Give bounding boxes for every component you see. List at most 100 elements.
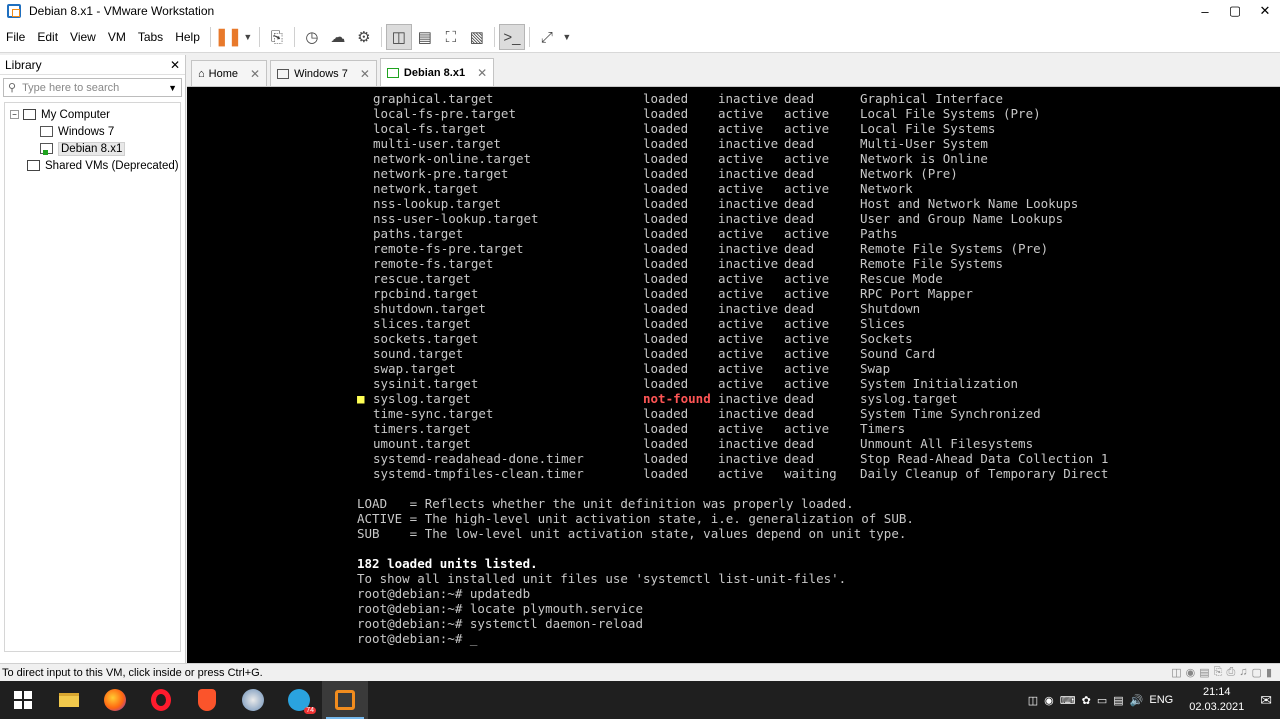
menu-view[interactable]: View <box>64 30 102 44</box>
taskbar-app[interactable] <box>230 681 276 719</box>
unit-name: shutdown.target <box>373 301 486 316</box>
menu-file[interactable]: File <box>0 30 31 44</box>
tab-close-icon[interactable]: ✕ <box>360 67 370 81</box>
snapshot-icon[interactable]: ◷ <box>299 24 325 50</box>
unit-sub: dead <box>784 241 815 256</box>
close-button[interactable]: ✕ <box>1250 0 1280 22</box>
taskbar-telegram[interactable]: 74 <box>276 681 322 719</box>
language-indicator[interactable]: ENG <box>1149 694 1173 706</box>
unit-sub: dead <box>784 406 815 421</box>
unity-icon[interactable]: ▧ <box>464 24 490 50</box>
unit-active: inactive <box>718 136 779 151</box>
system-tray: ◫ ◉ ⌨ ✿ ▭ ▤ 🔊 ENG 21:14 02.03.2021 ✉ <box>1028 685 1280 715</box>
collapse-icon[interactable]: − <box>10 110 19 119</box>
console-view-icon[interactable]: >_ <box>498 24 525 50</box>
app-tray-icon[interactable]: ✿ <box>1082 694 1091 707</box>
unit-sub: active <box>784 376 830 391</box>
power-dropdown-icon[interactable]: ▼ <box>241 24 255 50</box>
full-screen-icon[interactable]: ⛶ <box>438 24 464 50</box>
library-search-field[interactable]: ⚲ Type here to search ▼ <box>3 78 182 97</box>
menu-edit[interactable]: Edit <box>31 30 64 44</box>
legend-line: LOAD = Reflects whether the unit definit… <box>357 496 854 511</box>
shared-vms-icon <box>27 160 40 171</box>
unit-active: active <box>718 286 764 301</box>
unit-description: Swap <box>860 361 891 376</box>
maximize-button[interactable]: ▢ <box>1220 0 1250 22</box>
keyboard-tray-icon[interactable]: ⌨ <box>1060 694 1076 707</box>
taskbar-brave[interactable] <box>184 681 230 719</box>
network-icon[interactable]: ▤ <box>1113 694 1123 707</box>
unit-row: remote-fs-pre.target loaded inactive dead Re… <box>357 241 1048 256</box>
sound-icon[interactable]: ♫ <box>1239 666 1247 679</box>
unit-description: Network <box>860 181 913 196</box>
vmware-icon <box>335 690 355 710</box>
unit-load: loaded <box>643 421 689 436</box>
tab-debian[interactable]: Debian 8.x1 ✕ <box>379 58 495 86</box>
vm-console[interactable]: graphical.target loaded inactive dead Graphi… <box>187 87 1280 663</box>
snapshot-manager-icon[interactable]: ⚙ <box>351 24 377 50</box>
unit-active: inactive <box>718 391 779 406</box>
cd-icon[interactable]: ◉ <box>1186 666 1196 679</box>
send-ctrl-alt-del-icon[interactable]: ⎘ <box>264 24 290 50</box>
pause-icon[interactable]: ❚❚ <box>215 24 242 50</box>
messages-icon[interactable]: ▮ <box>1266 666 1272 679</box>
unit-load: loaded <box>643 226 689 241</box>
unit-sub: dead <box>784 256 815 271</box>
menu-tabs[interactable]: Tabs <box>132 30 169 44</box>
stretch-dropdown-icon[interactable]: ▼ <box>560 24 574 50</box>
unit-load: not-found <box>643 391 711 406</box>
notifications-icon[interactable]: ✉ <box>1260 692 1272 709</box>
browser-tray-icon[interactable]: ◉ <box>1044 694 1054 707</box>
tab-close-icon[interactable]: ✕ <box>250 67 260 81</box>
brave-icon <box>198 689 216 711</box>
terminal-output: graphical.target loaded inactive dead Graphi… <box>357 91 1108 646</box>
menu-help[interactable]: Help <box>169 30 206 44</box>
hard-disk-icon[interactable]: ◫ <box>1171 666 1181 679</box>
tree-item-windows-7[interactable]: Windows 7 <box>5 123 180 140</box>
network-adapter-icon[interactable]: ▤ <box>1199 666 1209 679</box>
unit-active: inactive <box>718 451 779 466</box>
stretch-guest-icon[interactable]: ⤢ <box>534 24 560 50</box>
unit-description: Graphical Interface <box>860 91 1003 106</box>
tree-item-debian[interactable]: Debian 8.x1 <box>5 140 180 157</box>
show-library-icon[interactable]: ◫ <box>385 24 412 50</box>
unit-sub: dead <box>784 196 815 211</box>
unit-row: rescue.target loaded active active Rescue Mo… <box>357 271 943 286</box>
taskbar-vmware[interactable] <box>322 681 368 719</box>
tab-close-icon[interactable]: ✕ <box>477 66 487 80</box>
unit-load: loaded <box>643 136 689 151</box>
thumbnail-bar-icon[interactable]: ▤ <box>412 24 438 50</box>
library-close-icon[interactable]: ✕ <box>170 58 180 72</box>
taskbar-opera[interactable] <box>138 681 184 719</box>
unit-sub: dead <box>784 301 815 316</box>
tree-item-shared-vms[interactable]: Shared VMs (Deprecated) <box>5 157 180 174</box>
unit-name: systemd-readahead-done.timer <box>373 451 584 466</box>
unit-description: Network is Online <box>860 151 988 166</box>
display-icon[interactable]: ▢ <box>1252 666 1262 679</box>
taskbar-file-explorer[interactable] <box>46 681 92 719</box>
unit-row: umount.target loaded inactive dead Unmount A… <box>357 436 1033 451</box>
unit-active: active <box>718 121 764 136</box>
tab-home[interactable]: ⌂ Home ✕ <box>191 60 268 86</box>
unit-row: sysinit.target loaded active active System I… <box>357 376 1018 391</box>
minimize-button[interactable]: – <box>1190 0 1220 22</box>
tab-windows-7[interactable]: Windows 7 ✕ <box>270 60 377 86</box>
usb-icon[interactable]: ⎘ <box>1214 666 1223 679</box>
vmware-tray-icon[interactable]: ◫ <box>1028 694 1038 707</box>
taskbar-firefox[interactable] <box>92 681 138 719</box>
command-line: root@debian:~# updatedb <box>357 586 531 601</box>
tree-item-my-computer[interactable]: − My Computer <box>5 106 180 123</box>
printer-icon[interactable]: ⎙ <box>1226 666 1235 679</box>
search-dropdown-icon[interactable]: ▼ <box>168 83 177 93</box>
clock[interactable]: 21:14 02.03.2021 <box>1189 685 1244 715</box>
volume-icon[interactable]: 🔊 <box>1130 694 1144 707</box>
unit-load: loaded <box>643 196 689 211</box>
start-button[interactable] <box>0 681 46 719</box>
battery-icon[interactable]: ▭ <box>1097 694 1107 707</box>
unit-sub: waiting <box>784 466 837 481</box>
menu-vm[interactable]: VM <box>102 30 132 44</box>
revert-snapshot-icon[interactable]: ☁ <box>325 24 351 50</box>
unit-description: Stop Read-Ahead Data Collection 1 <box>860 451 1109 466</box>
clock-time: 21:14 <box>1202 686 1231 698</box>
